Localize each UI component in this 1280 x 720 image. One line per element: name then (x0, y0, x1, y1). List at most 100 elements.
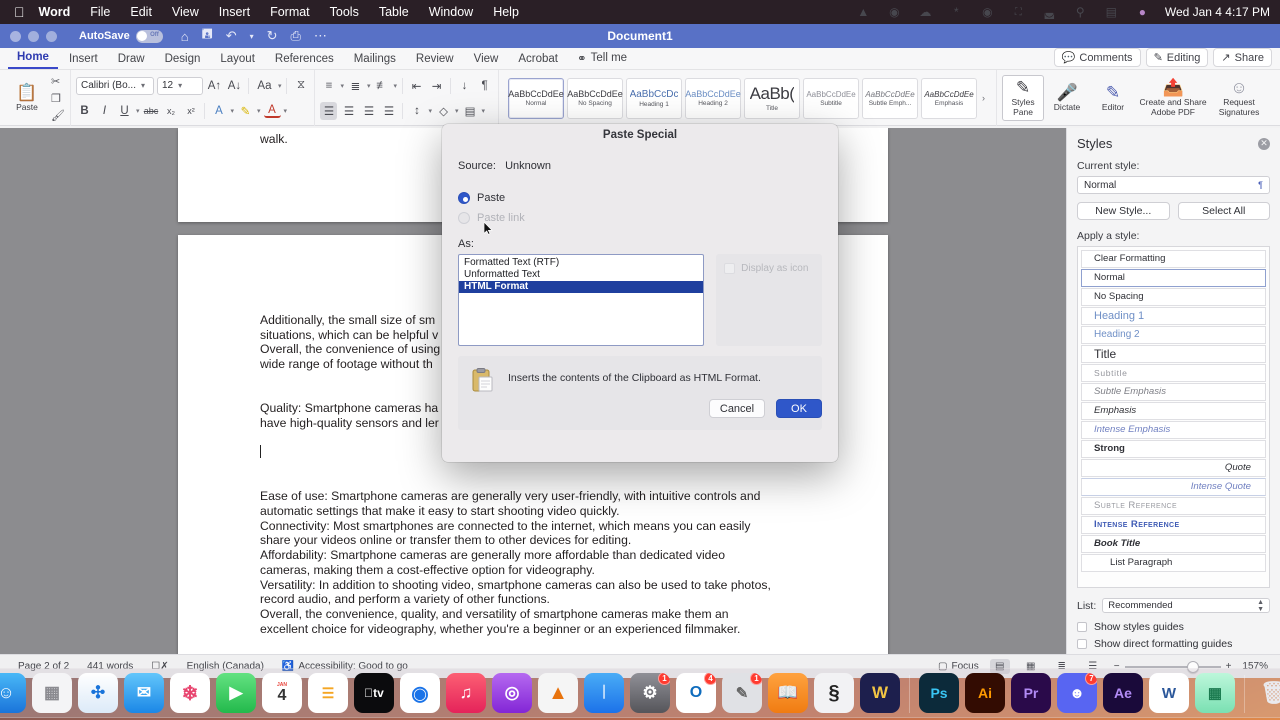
dock-app-word[interactable]: W (1149, 673, 1189, 713)
dock-app-books[interactable]: 📖 (768, 673, 808, 713)
font-color-icon[interactable]: A (263, 103, 281, 118)
style-item-clear-formatting[interactable]: Clear Formatting (1081, 250, 1266, 268)
style-item-subtle-reference[interactable]: Subtle Reference (1081, 496, 1266, 515)
dock-app-mail[interactable]: ✉ (124, 673, 164, 713)
dock-app-wondershare[interactable]: W (860, 673, 900, 713)
dock-app-calendar[interactable]: JAN 4 (262, 673, 302, 713)
more-icon[interactable]: ⋯ (314, 28, 327, 44)
style-item-emphasis[interactable]: Emphasis (1081, 401, 1266, 420)
shrink-font-icon[interactable]: A↓ (226, 77, 243, 95)
align-left-icon[interactable]: ☰ (320, 101, 338, 120)
dock-app-vlc[interactable]: ▲ (538, 673, 578, 713)
style-item-book-title[interactable]: Book Title (1081, 534, 1266, 553)
style-item-no-spacing[interactable]: No Spacing (1081, 287, 1266, 306)
increase-indent-icon[interactable]: ⇥ (428, 77, 445, 95)
underline-button[interactable]: U (116, 102, 133, 120)
list-select[interactable]: Recommended ▲ ▼ (1102, 598, 1270, 613)
style-card-emphasis[interactable]: AaBbCcDdEe Emphasis (921, 77, 978, 119)
menu-item-edit[interactable]: Edit (130, 5, 152, 19)
dock-app-monosnap[interactable]: ▦ (1195, 673, 1235, 713)
style-item-normal[interactable]: Normal (1081, 268, 1266, 287)
text-effects-icon[interactable]: A (210, 102, 227, 120)
bold-button[interactable]: B (76, 102, 93, 120)
undo-dropdown-icon[interactable]: ▾ (250, 32, 254, 41)
paste-radio[interactable] (458, 192, 470, 204)
italic-button[interactable]: I (96, 102, 113, 120)
show-formatting-marks-icon[interactable]: ¶ (476, 77, 493, 95)
dock-app-podcasts[interactable]: ◎ (492, 673, 532, 713)
dock-app-system-settings[interactable]: ⚙ 1 (630, 673, 670, 713)
creative-cloud-icon[interactable]: ☁ (917, 3, 934, 21)
strikethrough-button[interactable]: abc (142, 102, 159, 120)
dock-app-photos[interactable]: ❄ (170, 673, 210, 713)
style-card-no-spacing[interactable]: AaBbCcDdEe No Spacing (567, 77, 624, 119)
control-center-icon[interactable]: ▤ (1103, 3, 1120, 21)
dock-app-outlook[interactable]: O 4 (676, 673, 716, 713)
style-item-intense-emphasis[interactable]: Intense Emphasis (1081, 420, 1266, 439)
style-item-strong[interactable]: Strong (1081, 439, 1266, 458)
scissors-icon[interactable]: ✂ (51, 74, 65, 88)
paste-option-formatted-text[interactable]: Formatted Text (RTF) (459, 257, 703, 269)
change-case-icon[interactable]: Aa (254, 77, 275, 95)
select-all-button[interactable]: Select All (1177, 202, 1270, 220)
menu-item-table[interactable]: Table (379, 5, 409, 19)
justify-icon[interactable]: ☰ (380, 102, 397, 120)
print-icon[interactable]: ⎙ (291, 28, 301, 44)
autosave-toggle[interactable]: Off (135, 29, 163, 43)
share-button[interactable]: ↗ Share (1213, 48, 1272, 67)
dock-app-launchpad[interactable]: ▦ (32, 673, 72, 713)
minimize-window-button[interactable] (28, 30, 39, 42)
cancel-button[interactable]: Cancel (709, 399, 765, 418)
highlight-icon[interactable]: ✎ (237, 102, 254, 120)
new-style-button[interactable]: New Style... (1077, 202, 1170, 220)
style-item-title[interactable]: Title (1081, 344, 1266, 363)
menu-item-word[interactable]: Word (39, 5, 71, 19)
menu-item-help[interactable]: Help (493, 5, 519, 19)
editor-button[interactable]: ✎ Editor (1090, 84, 1136, 112)
dock-app-music[interactable]: ♫ (446, 673, 486, 713)
styles-pane-button[interactable]: ✎ Styles Pane (1002, 75, 1045, 121)
autosave-control[interactable]: AutoSave Off (79, 29, 163, 43)
align-center-icon[interactable]: ☰ (340, 102, 357, 120)
style-item-subtle-emphasis[interactable]: Subtle Emphasis (1081, 382, 1266, 401)
dock-app-safari[interactable]: ✣ (78, 673, 118, 713)
font-name-input[interactable]: Calibri (Bo... ▾ (75, 76, 154, 95)
numbering-icon[interactable]: ≣ (347, 77, 364, 95)
request-signatures-button[interactable]: ☺ Request Signatures (1210, 79, 1268, 117)
tell-me-button[interactable]: ⚭ Tell me (569, 49, 635, 69)
tab-view[interactable]: View (465, 51, 508, 69)
style-list[interactable]: Clear Formatting Normal No Spacing Headi… (1077, 246, 1270, 588)
menu-item-window[interactable]: Window (429, 5, 473, 19)
grammarly-icon[interactable]: ◉ (886, 3, 903, 21)
dictate-button[interactable]: 🎤 Dictate (1044, 84, 1090, 112)
style-item-intense-quote[interactable]: Intense Quote (1081, 477, 1266, 496)
styles-gallery-more-button[interactable]: › (980, 93, 987, 103)
show-styles-guides-row[interactable]: Show styles guides (1077, 621, 1270, 633)
undo-icon[interactable]: ↶ (226, 28, 237, 44)
style-card-heading-1[interactable]: AaBbCcDc Heading 1 (626, 77, 683, 119)
align-right-icon[interactable]: ☰ (360, 102, 377, 120)
dock-app-after-effects[interactable]: Ae (1103, 673, 1143, 713)
dock-app-facetime[interactable]: ▶ (216, 673, 256, 713)
paste-option-unformatted-text[interactable]: Unformatted Text (459, 269, 703, 281)
style-item-heading-2[interactable]: Heading 2 (1081, 325, 1266, 344)
menu-bar-clock[interactable]: Wed Jan 4 4:17 PM (1165, 5, 1270, 19)
style-item-subtitle[interactable]: Subtitle (1081, 363, 1266, 382)
comments-button[interactable]: 💬 Comments (1053, 48, 1141, 67)
dock-app-illustrator[interactable]: Ai (965, 673, 1005, 713)
line-spacing-icon[interactable]: ↕ (408, 102, 425, 120)
dock-app-stickies[interactable]: ✎ 1 (722, 673, 762, 713)
dock-app-premiere-pro[interactable]: Pr (1011, 673, 1051, 713)
dock-app-photoshop[interactable]: Ps (919, 673, 959, 713)
grow-font-icon[interactable]: A↑ (206, 77, 223, 95)
home-icon[interactable]: ⌂ (181, 29, 189, 44)
dock-app-sketch[interactable]: § (814, 673, 854, 713)
tab-acrobat[interactable]: Acrobat (509, 51, 567, 69)
create-share-pdf-button[interactable]: 📤 Create and Share Adobe PDF (1136, 79, 1210, 117)
paste-option-html-format[interactable]: HTML Format (459, 281, 704, 293)
dock-app-app-store[interactable]: 𝄀 (584, 673, 624, 713)
superscript-button[interactable]: x² (182, 102, 199, 120)
font-size-input[interactable]: 12 ▾ (156, 76, 203, 95)
style-card-normal[interactable]: AaBbCcDdEe Normal (508, 77, 565, 119)
tab-mailings[interactable]: Mailings (345, 51, 405, 69)
